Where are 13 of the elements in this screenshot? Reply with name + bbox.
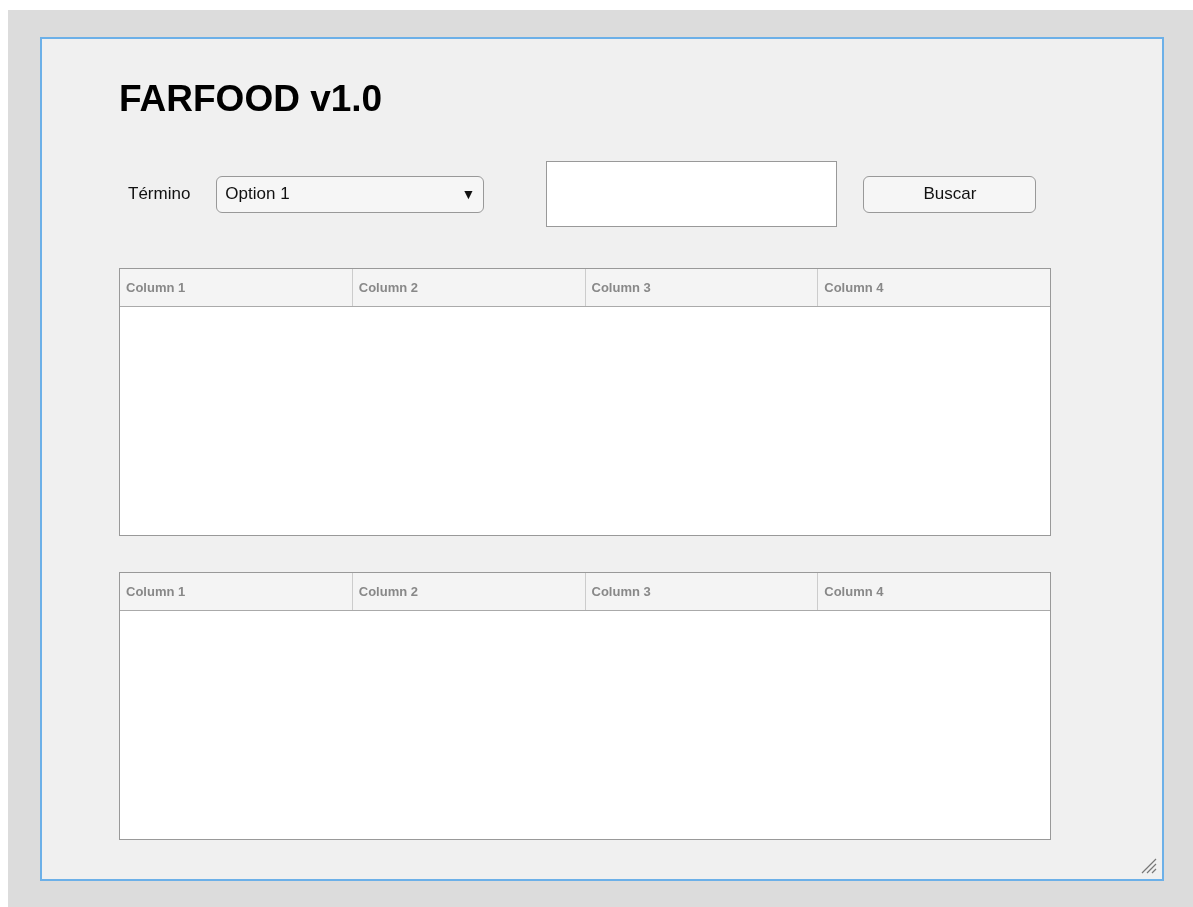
column-header[interactable]: Column 4 bbox=[817, 573, 1050, 610]
column-header[interactable]: Column 4 bbox=[817, 269, 1050, 306]
column-header[interactable]: Column 1 bbox=[120, 573, 352, 610]
column-header[interactable]: Column 3 bbox=[584, 573, 818, 610]
column-header[interactable]: Column 2 bbox=[351, 573, 585, 610]
search-field[interactable] bbox=[546, 161, 838, 227]
column-header[interactable]: Column 3 bbox=[584, 269, 818, 306]
column-header[interactable]: Column 2 bbox=[351, 269, 585, 306]
app-title: FARFOOD v1.0 bbox=[119, 77, 383, 121]
column-header[interactable]: Column 1 bbox=[120, 269, 352, 306]
term-dropdown[interactable]: Option 1 ▼ bbox=[216, 175, 485, 213]
term-label: Término bbox=[128, 183, 191, 206]
search-button[interactable]: Buscar bbox=[863, 175, 1037, 213]
